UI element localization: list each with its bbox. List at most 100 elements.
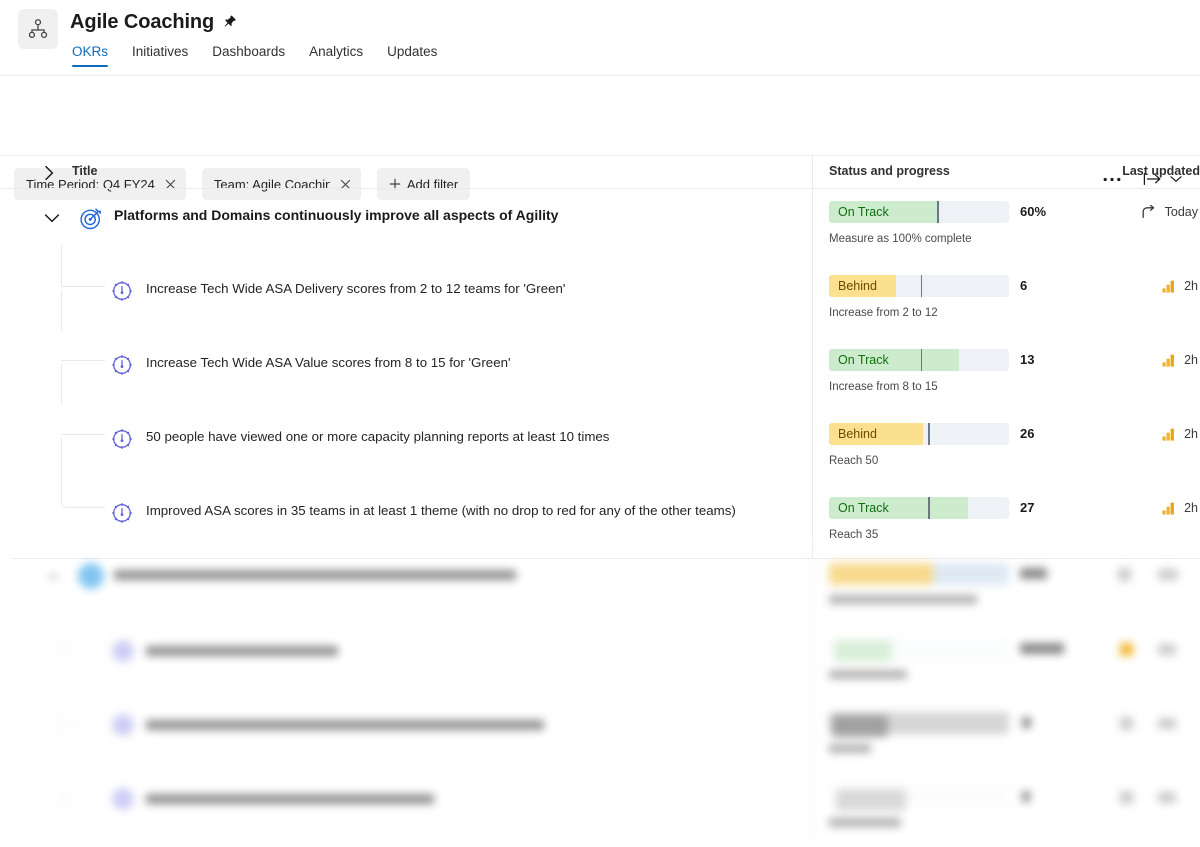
key-result-value xyxy=(1020,643,1064,654)
progress-bar: Behind xyxy=(829,423,1009,445)
key-result-value: 27 xyxy=(1020,500,1035,515)
column-separator xyxy=(812,550,813,847)
gauge-icon xyxy=(112,640,134,662)
key-result-subtitle: Reach 35 xyxy=(829,529,879,541)
key-result-status-progress[interactable]: On Track xyxy=(829,349,1009,371)
bar-chart-icon xyxy=(1162,280,1175,293)
tab-updates[interactable]: Updates xyxy=(387,44,437,67)
key-result-title[interactable]: 50 people have viewed one or more capaci… xyxy=(146,429,609,444)
objective-icon xyxy=(78,563,104,589)
tree-line xyxy=(61,598,62,828)
key-result-row[interactable]: Increase Tech Wide ASA Value scores from… xyxy=(0,337,1200,411)
tab-bar: OKRs Initiatives Dashboards Analytics Up… xyxy=(72,44,437,67)
key-result-last-updated: 2h xyxy=(1162,349,1198,371)
bar-chart-icon xyxy=(1120,643,1133,656)
key-result-title[interactable]: Increase Tech Wide ASA Delivery scores f… xyxy=(146,281,565,296)
status-badge: On Track xyxy=(838,205,889,219)
progress-bar: On Track xyxy=(829,201,1009,223)
status-badge: On Track xyxy=(838,353,889,367)
tab-analytics[interactable]: Analytics xyxy=(309,44,363,67)
gauge-icon xyxy=(112,788,134,810)
column-header-status[interactable]: Status and progress xyxy=(829,164,950,178)
title-row: Agile Coaching xyxy=(70,11,239,34)
bar-chart-icon xyxy=(1162,502,1175,515)
key-result-title xyxy=(146,646,338,656)
key-result-value: 26 xyxy=(1020,426,1035,441)
progress-target-marker xyxy=(937,201,939,223)
key-result-title[interactable]: Improved ASA scores in 35 teams in at le… xyxy=(146,503,736,518)
key-result-updated-text xyxy=(1158,792,1176,803)
table-header-row: Title Status and progress Last updated xyxy=(0,155,1200,189)
gauge-icon xyxy=(110,427,134,456)
tab-initiatives[interactable]: Initiatives xyxy=(132,44,188,67)
objective-last-updated: Today xyxy=(1141,201,1198,223)
gauge-icon xyxy=(110,353,134,382)
objective-target-icon xyxy=(78,206,104,237)
key-result-status-progress[interactable]: On Track xyxy=(829,497,1009,519)
app-header: Agile Coaching OKRs Initiatives Dashboar… xyxy=(0,0,1200,76)
objective-updated-text: Today xyxy=(1164,205,1198,219)
objective-value xyxy=(1020,568,1047,579)
tree-branch xyxy=(61,650,105,651)
status-badge xyxy=(836,789,906,811)
chevron-right-icon[interactable] xyxy=(44,165,55,186)
key-result-subtitle: Increase from 2 to 12 xyxy=(829,307,938,319)
org-hierarchy-icon[interactable] xyxy=(18,9,58,49)
key-result-last-updated: 2h xyxy=(1162,497,1198,519)
objective-row[interactable]: Platforms and Domains continuously impro… xyxy=(0,189,1200,263)
key-result-row[interactable]: Improved ASA scores in 35 teams in at le… xyxy=(0,485,1200,559)
status-badge: On Track xyxy=(838,501,889,515)
gauge-icon xyxy=(110,501,134,530)
progress-target-marker xyxy=(920,349,923,371)
objective-subtitle xyxy=(829,595,977,604)
section-divider xyxy=(12,558,1200,559)
objective-status-progress[interactable]: On Track xyxy=(829,201,1009,223)
column-header-last-updated[interactable]: Last updated xyxy=(1122,164,1200,178)
tab-dashboards[interactable]: Dashboards xyxy=(212,44,285,67)
progress-target-marker xyxy=(928,423,930,445)
chevron-down-icon[interactable] xyxy=(44,211,60,229)
share-arrow-icon xyxy=(1141,205,1156,219)
tree-branch xyxy=(61,798,105,799)
bar-chart-icon xyxy=(1120,717,1133,730)
pin-icon[interactable] xyxy=(222,14,239,31)
key-result-status-progress[interactable]: Behind xyxy=(829,423,1009,445)
objective-title xyxy=(114,570,516,580)
gauge-icon xyxy=(110,279,134,308)
progress-target-marker xyxy=(920,275,923,297)
key-result-updated-text: 2h xyxy=(1184,279,1198,293)
key-result-title xyxy=(146,720,544,730)
progress-bar: On Track xyxy=(829,349,1009,371)
key-result-value: 6 xyxy=(1020,278,1028,293)
key-result-row[interactable]: Increase Tech Wide ASA Delivery scores f… xyxy=(0,263,1200,337)
bar-chart-icon xyxy=(1162,428,1175,441)
key-result-status-progress[interactable]: Behind xyxy=(829,275,1009,297)
okr-table-body: Platforms and Domains continuously impro… xyxy=(0,189,1200,559)
key-result-updated-text: 2h xyxy=(1184,353,1198,367)
key-result-title xyxy=(146,794,434,804)
key-result-subtitle: Increase from 8 to 15 xyxy=(829,381,938,393)
key-result-value: 13 xyxy=(1020,352,1035,367)
progress-bar xyxy=(829,712,1009,734)
tree-branch xyxy=(61,724,105,725)
key-result-updated-text xyxy=(1158,644,1176,655)
key-result-subtitle xyxy=(829,818,901,827)
key-result-subtitle xyxy=(829,670,907,679)
filter-bar: Time Period: Q4 FY24 Team: Agile Coachin… xyxy=(0,76,1200,200)
progress-bar xyxy=(829,786,1009,808)
column-header-title[interactable]: Title xyxy=(72,164,97,178)
progress-bar: On Track xyxy=(829,497,1009,519)
share-arrow-icon xyxy=(1118,568,1131,581)
progress-bar xyxy=(829,638,1009,660)
tab-okrs[interactable]: OKRs xyxy=(72,44,109,67)
status-badge: Behind xyxy=(838,427,877,441)
key-result-value xyxy=(1022,717,1031,728)
key-result-title[interactable]: Increase Tech Wide ASA Value scores from… xyxy=(146,355,511,370)
key-result-last-updated: 2h xyxy=(1162,275,1198,297)
progress-bar xyxy=(829,563,1009,585)
column-separator xyxy=(812,156,813,188)
objective-title[interactable]: Platforms and Domains continuously impro… xyxy=(114,207,558,223)
key-result-updated-text xyxy=(1158,718,1176,729)
objective-value: 60% xyxy=(1020,204,1047,219)
key-result-row[interactable]: 50 people have viewed one or more capaci… xyxy=(0,411,1200,485)
